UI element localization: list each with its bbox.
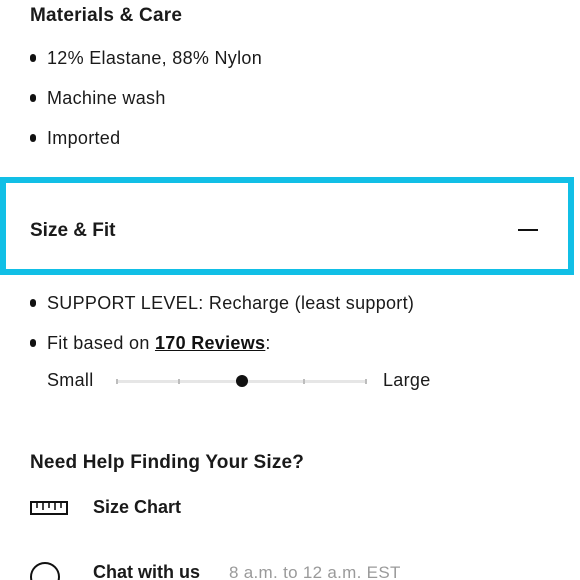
size-fit-accordion-header[interactable]: Size & Fit [0,177,574,275]
minus-icon[interactable] [518,229,538,231]
fit-scale-tick [365,379,367,384]
chat-bubble-icon [30,562,60,580]
fit-scale-track [116,375,367,387]
materials-care-heading: Materials & Care [30,5,183,26]
chat-with-us-label[interactable]: Chat with us [93,562,200,580]
size-fit-list: SUPPORT LEVEL: Recharge (least support) … [30,293,414,373]
list-item: 12% Elastane, 88% Nylon [30,48,262,68]
ruler-icon [30,501,68,515]
size-chart-label[interactable]: Size Chart [93,497,181,518]
list-item: Imported [30,128,262,148]
fit-scale-large-label: Large [383,370,431,390]
fit-suffix-text: : [265,333,271,353]
fit-reviews-item: Fit based on 170 Reviews: [30,333,414,353]
fit-prefix-text: Fit based on [47,333,155,353]
reviews-link[interactable]: 170 Reviews [155,333,265,353]
fit-scale-marker [236,375,248,387]
size-help-heading: Need Help Finding Your Size? [30,452,305,473]
fit-scale-tick [178,379,180,384]
support-level-item: SUPPORT LEVEL: Recharge (least support) [30,293,414,313]
list-item: Machine wash [30,88,262,108]
fit-scale: Small Large [47,370,447,392]
chat-hours: 8 a.m. to 12 a.m. EST [229,563,401,580]
fit-scale-tick [303,379,305,384]
product-details-panel: Materials & Care 12% Elastane, 88% Nylon… [0,0,580,580]
size-fit-heading: Size & Fit [30,220,116,241]
fit-scale-small-label: Small [47,370,94,390]
fit-scale-tick [116,379,118,384]
materials-list: 12% Elastane, 88% Nylon Machine wash Imp… [30,48,262,168]
